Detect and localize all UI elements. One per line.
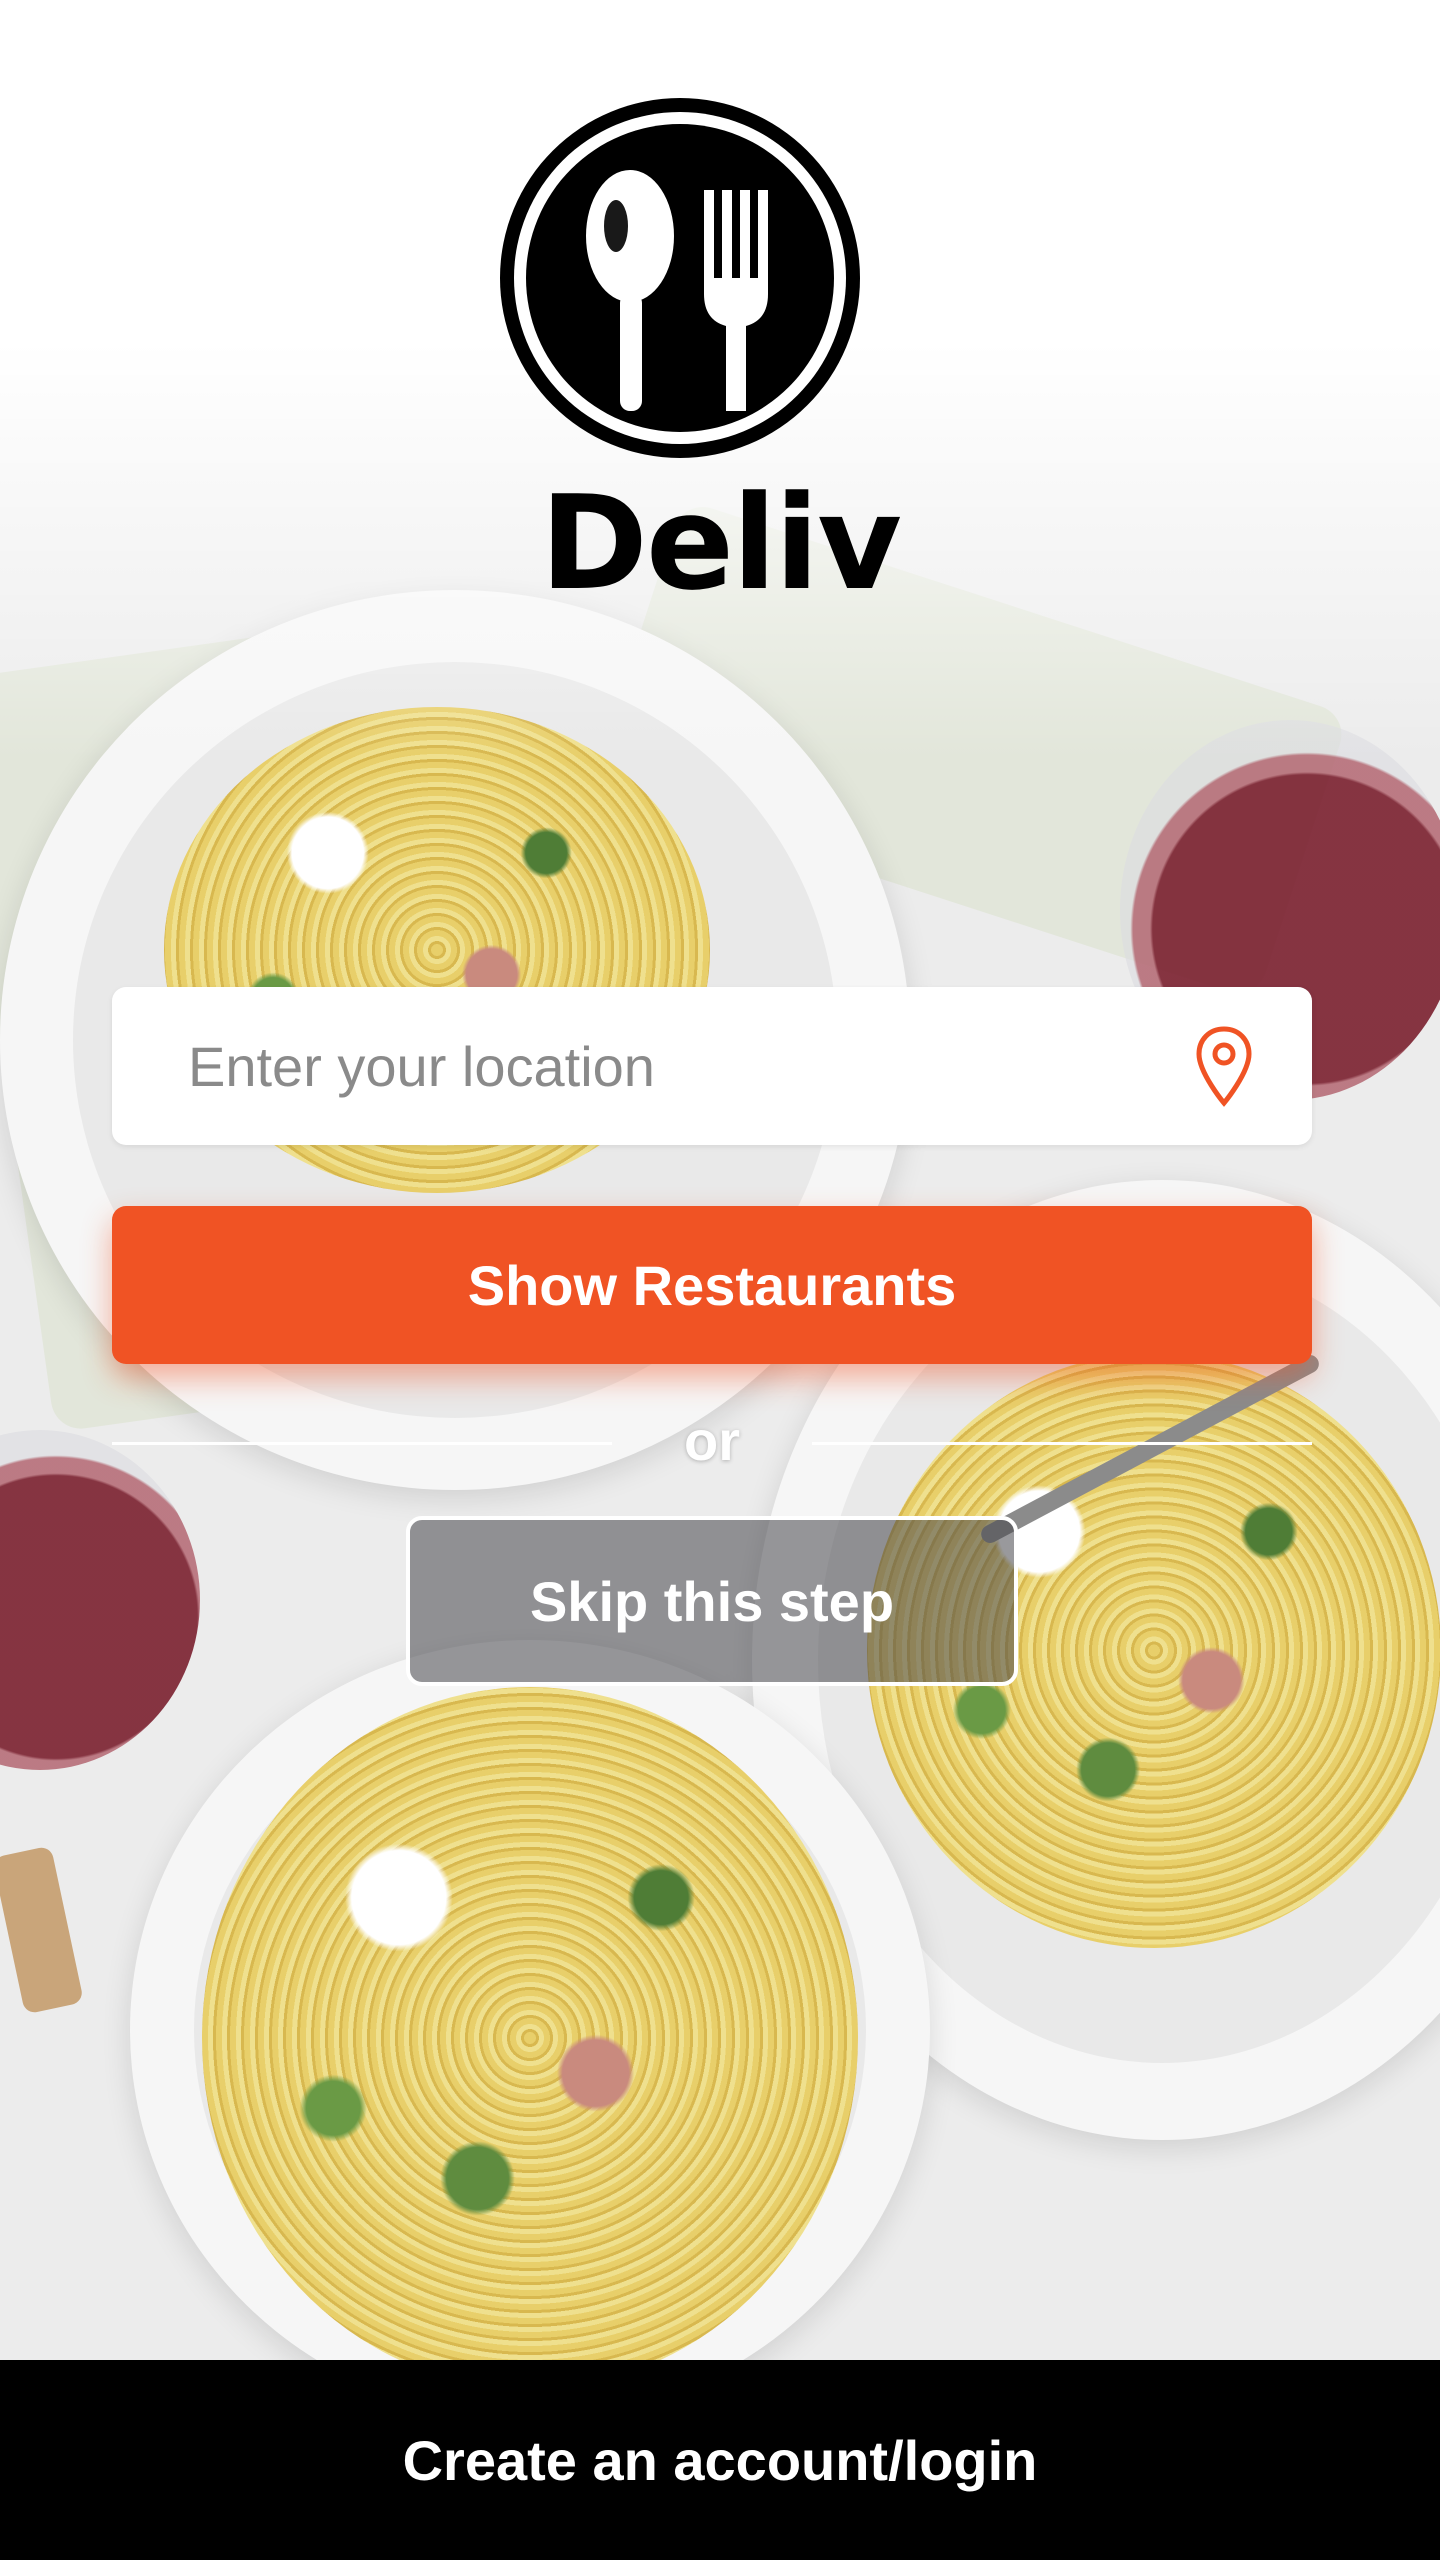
show-restaurants-button[interactable]: Show Restaurants xyxy=(112,1206,1312,1364)
divider-line xyxy=(812,1442,1312,1445)
wine-cork xyxy=(0,1845,84,2015)
wine-glass xyxy=(0,1430,200,1770)
create-account-login-link[interactable]: Create an account/login xyxy=(403,2428,1038,2493)
location-pin-icon[interactable] xyxy=(1194,1025,1254,1109)
divider-text: or xyxy=(684,1409,740,1472)
location-field[interactable] xyxy=(112,986,1312,1146)
skip-step-button[interactable]: Skip this step xyxy=(406,1516,1018,1686)
account-bar[interactable]: Create an account/login xyxy=(0,2360,1440,2560)
location-input[interactable] xyxy=(112,986,1190,1146)
or-divider: or xyxy=(112,1400,1312,1480)
spoon-fork-icon xyxy=(500,98,860,458)
brand-name: Deliv xyxy=(540,467,902,619)
app-screen: Deliv Show Restaurants or Skip this step… xyxy=(0,0,1440,2560)
